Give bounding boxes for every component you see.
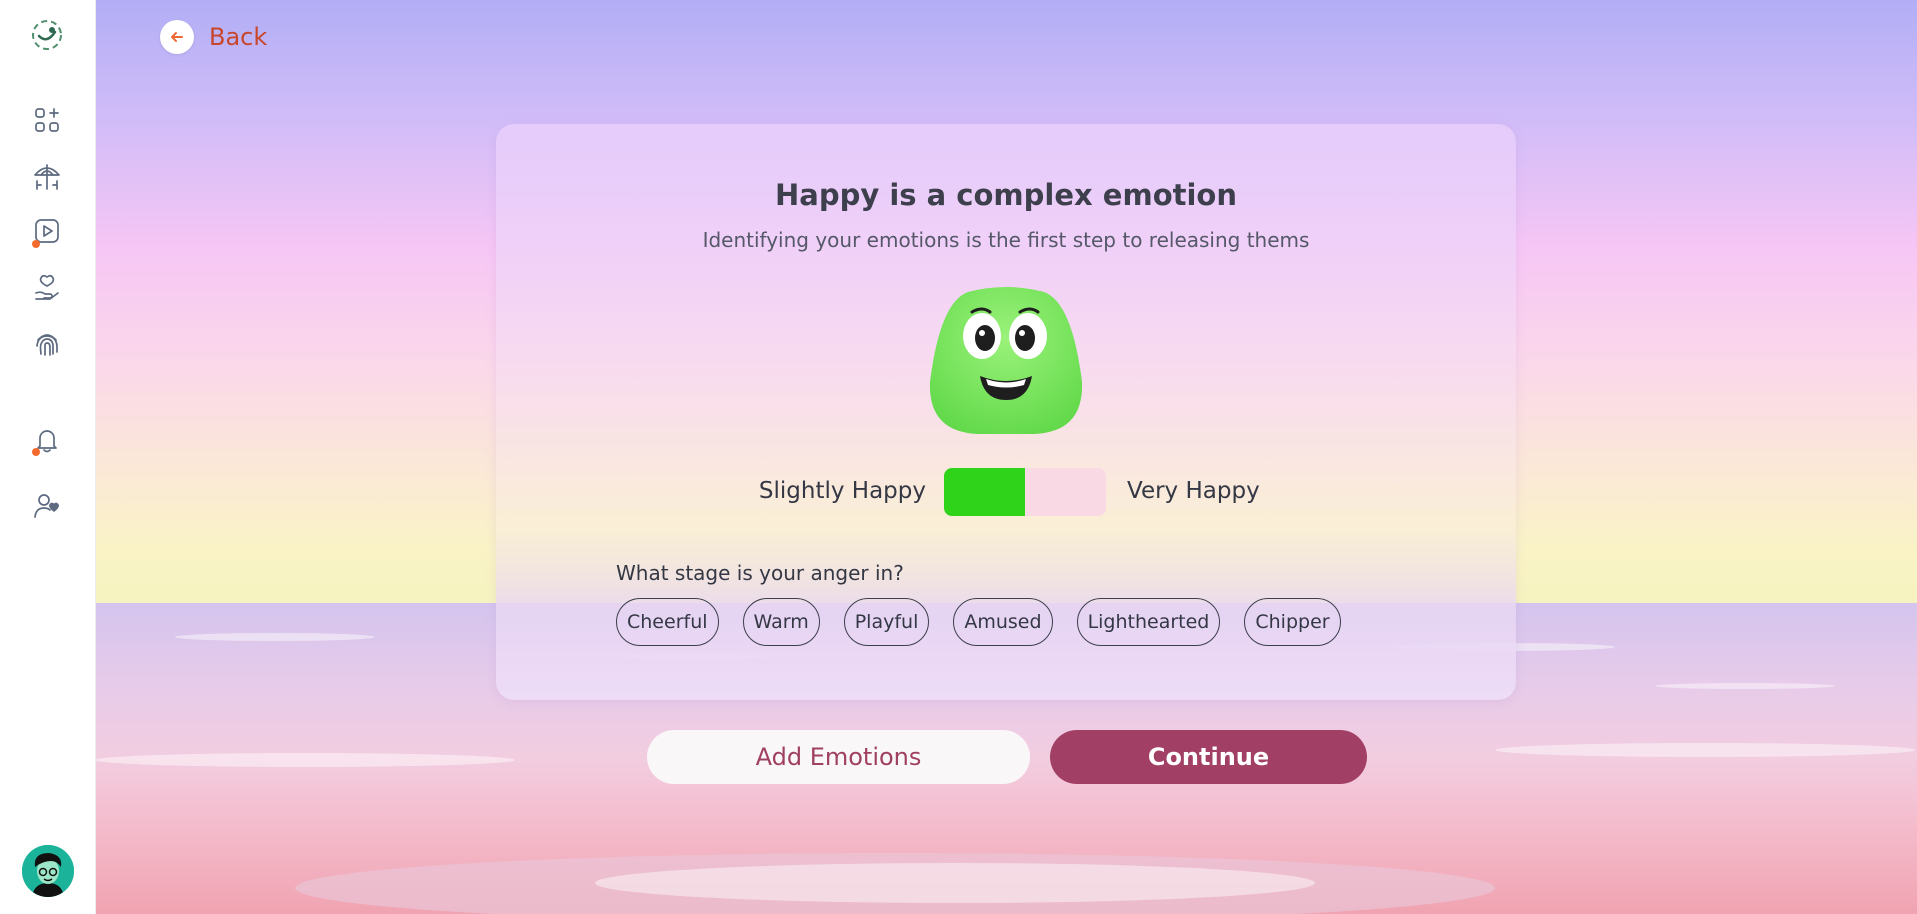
back-button[interactable]: Back — [160, 20, 267, 54]
card-title: Happy is a complex emotion — [774, 178, 1237, 212]
umbrella-icon[interactable] — [30, 159, 64, 193]
dashboard-icon[interactable] — [30, 103, 64, 137]
chip-chipper[interactable]: Chipper — [1244, 598, 1341, 646]
bell-icon[interactable] — [30, 423, 64, 457]
user-heart-icon[interactable] — [30, 489, 64, 523]
emotion-card: Happy is a complex emotion Identifying y… — [496, 124, 1516, 700]
notification-dot — [32, 448, 40, 456]
care-hand-icon[interactable] — [30, 271, 64, 305]
chip-warm[interactable]: Warm — [742, 598, 820, 646]
happy-face-icon — [924, 282, 1088, 438]
chip-playful[interactable]: Playful — [843, 598, 930, 646]
continue-button[interactable]: Continue — [1050, 730, 1367, 784]
slider-fill — [944, 468, 1025, 516]
slider-right-label: Very Happy — [1127, 478, 1260, 504]
video-icon[interactable] — [30, 214, 64, 248]
back-label: Back — [209, 23, 268, 51]
chip-amused[interactable]: Amused — [953, 598, 1053, 646]
arrow-left-icon — [160, 20, 194, 54]
slider-left-label: Slightly Happy — [758, 478, 926, 504]
notification-dot — [32, 240, 40, 248]
intensity-slider-row: Slightly Happy Very Happy — [496, 468, 1516, 518]
stage-question: What stage is your anger in? — [616, 561, 904, 585]
main-area: Back Happy is a complex emotion Identify… — [95, 0, 1917, 914]
logo-icon[interactable] — [28, 16, 66, 54]
fingerprint-icon[interactable] — [30, 326, 64, 360]
chip-cheerful[interactable]: Cheerful — [616, 598, 719, 646]
intensity-slider[interactable] — [944, 468, 1106, 516]
chip-lighthearted[interactable]: Lighthearted — [1076, 598, 1221, 646]
avatar[interactable] — [22, 845, 74, 897]
add-emotions-button[interactable]: Add Emotions — [647, 730, 1030, 784]
emotion-chips: Cheerful Warm Playful Amused Lighthearte… — [616, 598, 1341, 646]
sidebar — [0, 0, 96, 914]
card-subtitle: Identifying your emotions is the first s… — [702, 228, 1310, 252]
